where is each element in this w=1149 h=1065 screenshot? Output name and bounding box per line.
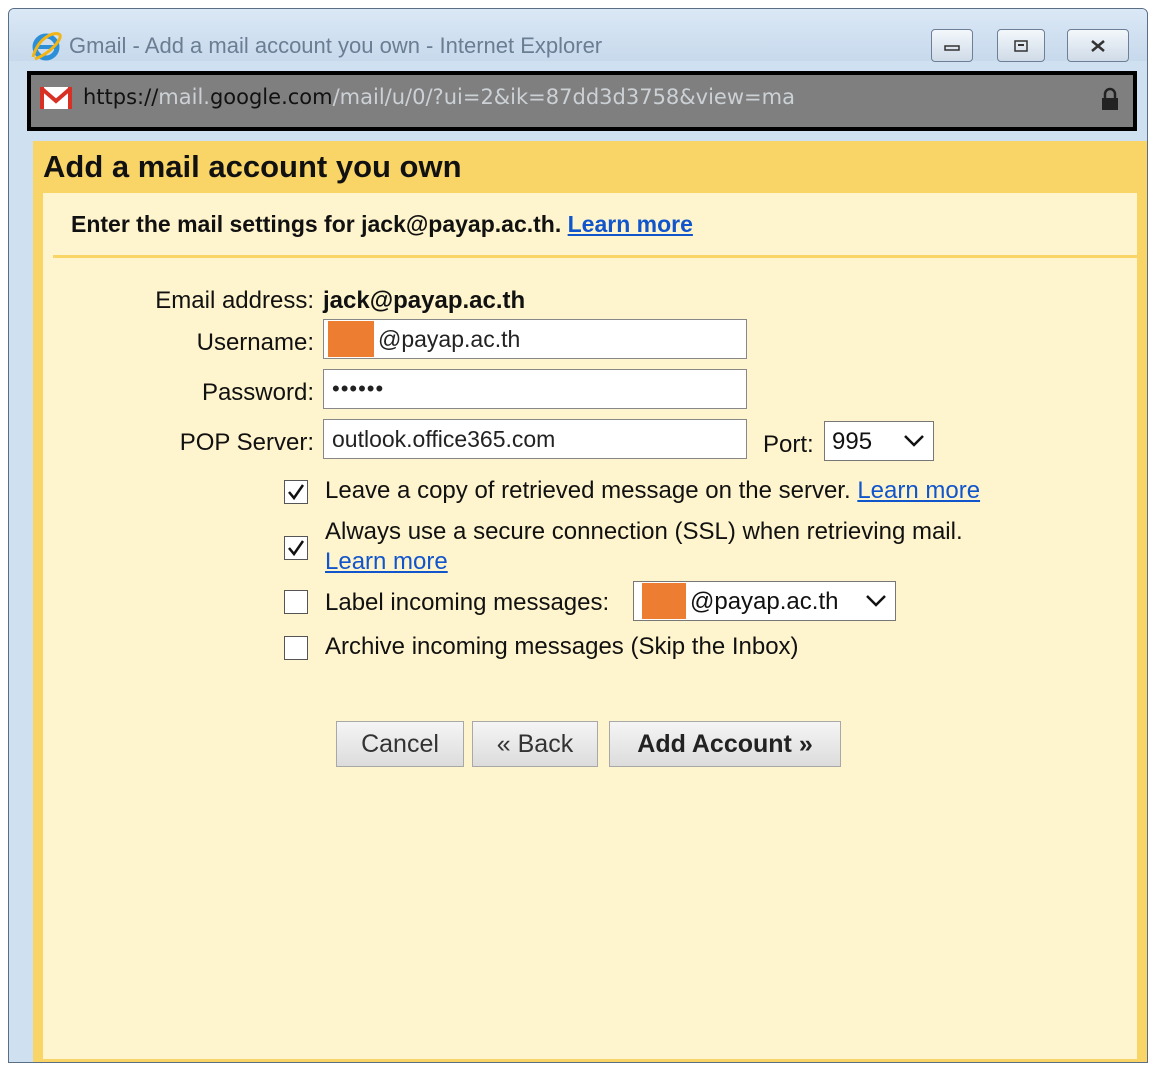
- instruction-text: Enter the mail settings for jack@payap.a…: [71, 211, 693, 237]
- lock-icon: [1102, 87, 1118, 110]
- learn-more-link[interactable]: Learn more: [857, 477, 980, 504]
- email-value: jack@payap.ac.th: [323, 287, 526, 314]
- password-label: Password:: [201, 379, 314, 406]
- restore-button[interactable]: [997, 29, 1045, 62]
- dialog-body: Enter the mail settings for jack@payap.a…: [43, 193, 1137, 1059]
- close-icon: [1091, 39, 1105, 52]
- redaction-block: [642, 583, 686, 619]
- pop-server-label: POP Server:: [179, 429, 314, 456]
- minimize-button[interactable]: [931, 29, 973, 62]
- internet-explorer-icon: [31, 32, 62, 61]
- ssl-label: Always use a secure connection (SSL) whe…: [325, 518, 963, 575]
- email-label: Email address:: [155, 287, 314, 314]
- dialog-title: Add a mail account you own: [43, 149, 462, 184]
- archive-label: Archive incoming messages (Skip the Inbo…: [325, 633, 799, 660]
- gmail-icon: [39, 86, 73, 109]
- leave-copy-label: Leave a copy of retrieved message on the…: [325, 477, 981, 504]
- redaction-block: [328, 321, 374, 357]
- checkmark-icon: [288, 484, 305, 501]
- port-select[interactable]: 995: [824, 421, 934, 461]
- learn-more-link[interactable]: Learn more: [325, 548, 448, 575]
- leave-copy-checkbox[interactable]: [284, 480, 308, 504]
- restore-icon: [1014, 39, 1028, 52]
- url-text: https://mail.google.com/mail/u/0/?ui=2&i…: [83, 85, 795, 109]
- window-title: Gmail - Add a mail account you own - Int…: [69, 33, 603, 58]
- port-label: Port:: [763, 431, 814, 458]
- label-incoming-checkbox[interactable]: [284, 590, 308, 614]
- label-select[interactable]: @payap.ac.th: [633, 581, 896, 621]
- browser-window: Gmail - Add a mail account you own - Int…: [8, 8, 1148, 1063]
- divider: [53, 255, 1137, 258]
- minimize-icon: [944, 44, 960, 51]
- label-incoming-label: Label incoming messages:: [325, 589, 610, 616]
- title-bar: Gmail - Add a mail account you own - Int…: [9, 9, 1147, 62]
- checkmark-icon: [288, 540, 305, 557]
- password-field[interactable]: ••••••: [323, 369, 747, 409]
- chevron-down-icon: [866, 595, 886, 607]
- chevron-down-icon: [904, 435, 924, 447]
- add-account-dialog: Add a mail account you own Enter the mai…: [33, 141, 1147, 1062]
- back-button[interactable]: « Back: [472, 721, 598, 767]
- ssl-checkbox[interactable]: [284, 536, 308, 560]
- archive-checkbox[interactable]: [284, 636, 308, 660]
- close-button[interactable]: [1067, 29, 1129, 62]
- address-bar[interactable]: https://mail.google.com/mail/u/0/?ui=2&i…: [27, 71, 1137, 131]
- add-account-button[interactable]: Add Account »: [609, 721, 841, 767]
- learn-more-link[interactable]: Learn more: [568, 211, 693, 237]
- cancel-button[interactable]: Cancel: [336, 721, 464, 767]
- username-label: Username:: [196, 329, 314, 356]
- username-field[interactable]: @payap.ac.th: [323, 319, 747, 359]
- pop-server-field[interactable]: outlook.office365.com: [323, 419, 747, 459]
